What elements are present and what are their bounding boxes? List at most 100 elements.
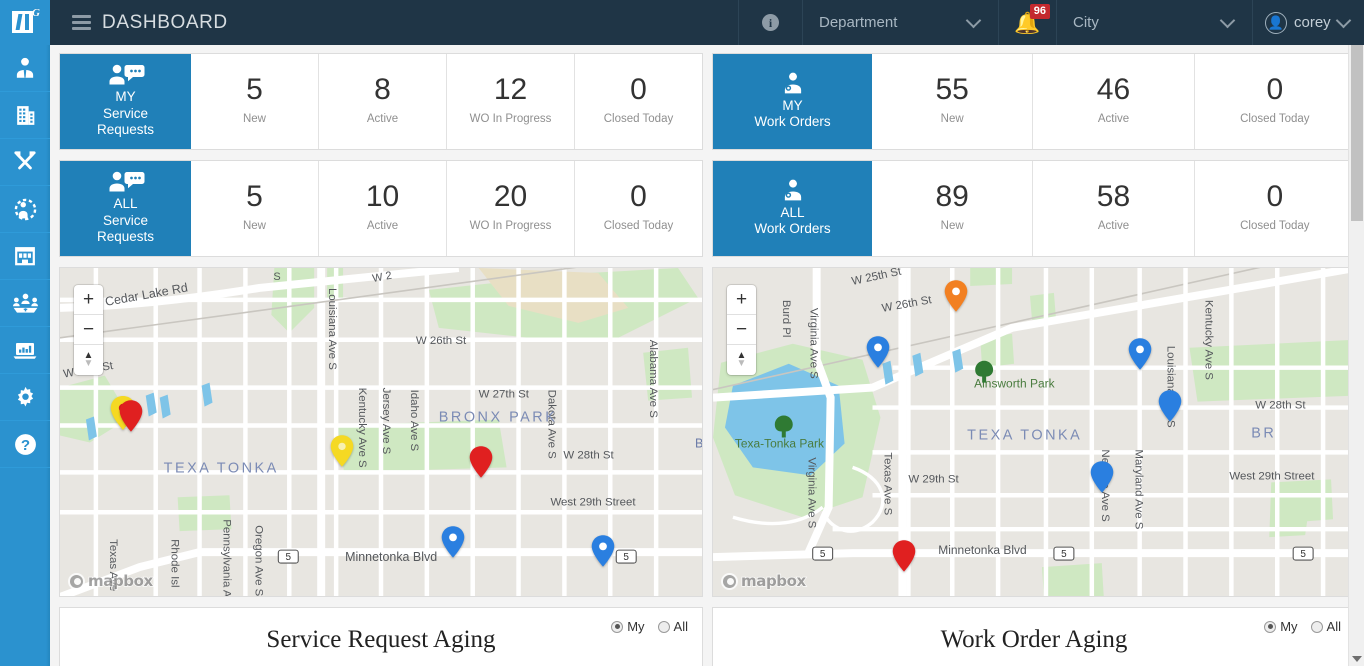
radio-label-my: My — [627, 619, 644, 634]
radio-all[interactable]: All — [1311, 619, 1341, 634]
user-menu[interactable]: 👤 corey — [1252, 0, 1364, 45]
sidebar-item-employee[interactable] — [0, 45, 50, 92]
svg-text:5: 5 — [1300, 549, 1306, 560]
kpi-metric-wo-in-progress[interactable]: 12 WO In Progress — [446, 54, 574, 149]
metric-label: Active — [367, 220, 398, 232]
map-pin-red[interactable] — [469, 446, 493, 478]
left-sidebar: ? — [0, 45, 50, 666]
kpi-metric-wo-in-progress[interactable]: 20 WO In Progress — [446, 161, 574, 256]
person-chat-icon — [107, 169, 145, 194]
metric-label: New — [941, 113, 964, 125]
svg-text:Maryland Ave S: Maryland Ave S — [1133, 449, 1145, 529]
map-pin-orange[interactable] — [944, 280, 968, 312]
map-pin-blue[interactable] — [1090, 461, 1114, 493]
map-pin-blue[interactable] — [591, 535, 615, 567]
department-dropdown[interactable]: Department — [802, 0, 998, 45]
radio-label-all: All — [674, 619, 688, 634]
svg-text:S: S — [273, 271, 280, 283]
app-logo[interactable]: G — [0, 0, 50, 45]
chevron-down-icon[interactable] — [1352, 656, 1362, 662]
kpi-header-all-work-orders[interactable]: ALL Work Orders — [713, 161, 872, 256]
mapbox-wordmark: mapbox — [88, 572, 153, 590]
zoom-in-button[interactable]: + — [727, 285, 756, 315]
kpi-card-my-service-requests: MY Service Requests 5 New 8 Active — [59, 53, 703, 150]
zoom-in-button[interactable]: + — [74, 285, 103, 315]
svg-text:Rhode Isl: Rhode Isl — [169, 539, 181, 587]
compass-icon[interactable]: ▲▼ — [727, 345, 756, 375]
svg-text:Virginia Ave S: Virginia Ave S — [808, 308, 820, 379]
sidebar-item-work[interactable] — [0, 139, 50, 186]
sidebar-item-resources[interactable] — [0, 186, 50, 233]
radio-my[interactable]: My — [1264, 619, 1297, 634]
kpi-header-my-service-requests[interactable]: MY Service Requests — [60, 54, 191, 149]
kpi-header-my-work-orders[interactable]: MY Work Orders — [713, 54, 872, 149]
metric-label: New — [941, 220, 964, 232]
map-pin-blue[interactable] — [1128, 338, 1152, 370]
zoom-out-button[interactable]: − — [74, 315, 103, 345]
page-scrollbar[interactable] — [1348, 45, 1364, 666]
notifications-button[interactable]: 🔔 96 — [998, 0, 1056, 45]
city-dropdown[interactable]: City — [1056, 0, 1252, 45]
kpi-metric-closed-today[interactable]: 0 Closed Today — [574, 161, 702, 256]
map-pin-blue[interactable] — [866, 336, 890, 368]
metric-value: 5 — [246, 181, 263, 213]
work-order-map[interactable]: W 25th St W 26th St W 27th St W 28th St … — [712, 267, 1356, 597]
chevron-down-icon — [966, 12, 982, 28]
kpi-title-line-2: Requests — [97, 229, 154, 245]
map-zoom-controls: + − ▲▼ — [727, 285, 756, 375]
kpi-metric-active[interactable]: 8 Active — [318, 54, 446, 149]
ng-logo-icon: G — [12, 10, 38, 36]
scrollbar-thumb[interactable] — [1351, 45, 1363, 221]
kpi-metrics: 55 New 46 Active 0 Closed Today — [872, 54, 1355, 149]
metric-label: New — [243, 220, 266, 232]
map-pin-yellow[interactable] — [330, 435, 354, 467]
sidebar-item-settings[interactable] — [0, 374, 50, 421]
map-pin-blue[interactable] — [441, 526, 465, 558]
kpi-metric-new[interactable]: 5 New — [191, 161, 318, 256]
aging-panel-title: Work Order Aging — [713, 608, 1355, 654]
radio-dot-all — [658, 621, 670, 633]
mapbox-attribution[interactable]: mapbox — [721, 572, 806, 590]
kpi-metric-new[interactable]: 89 New — [872, 161, 1032, 256]
svg-text:Texas Ave S: Texas Ave S — [881, 452, 893, 515]
radio-all[interactable]: All — [658, 619, 688, 634]
svg-text:5: 5 — [286, 552, 292, 563]
map-pin-red[interactable] — [119, 400, 143, 432]
svg-text:Oregon Ave S: Oregon Ave S — [252, 525, 264, 596]
sidebar-item-reports[interactable] — [0, 327, 50, 374]
tools-icon — [12, 149, 38, 175]
mapbox-attribution[interactable]: mapbox — [68, 572, 153, 590]
kpi-metrics: 5 New 10 Active 20 WO In Progress 0 — [191, 161, 702, 256]
kpi-metric-new[interactable]: 5 New — [191, 54, 318, 149]
svg-text:Burd Pl: Burd Pl — [780, 300, 792, 338]
work-order-column: MY Work Orders 55 New 46 Active — [712, 53, 1356, 666]
metric-label: WO In Progress — [470, 113, 552, 125]
svg-text:?: ? — [20, 437, 29, 454]
map-pin-blue[interactable] — [1158, 390, 1182, 422]
compass-icon[interactable]: ▲▼ — [74, 345, 103, 375]
hamburger-icon[interactable] — [64, 0, 98, 45]
sidebar-item-help[interactable]: ? — [0, 421, 50, 468]
kpi-metric-closed-today[interactable]: 0 Closed Today — [1194, 54, 1355, 149]
kpi-metric-active[interactable]: 10 Active — [318, 161, 446, 256]
kpi-metric-closed-today[interactable]: 0 Closed Today — [574, 54, 702, 149]
svg-text:Ainsworth Park: Ainsworth Park — [974, 377, 1054, 391]
zoom-out-button[interactable]: − — [727, 315, 756, 345]
svg-text:B: B — [695, 436, 702, 450]
map-pin-red[interactable] — [892, 540, 916, 572]
radio-my[interactable]: My — [611, 619, 644, 634]
kpi-metric-closed-today[interactable]: 0 Closed Today — [1194, 161, 1355, 256]
kpi-metric-active[interactable]: 46 Active — [1032, 54, 1193, 149]
info-button[interactable]: i — [738, 0, 802, 45]
kpi-metric-new[interactable]: 55 New — [872, 54, 1032, 149]
sidebar-item-assets[interactable] — [0, 92, 50, 139]
user-avatar-icon: 👤 — [1265, 12, 1287, 34]
service-request-map[interactable]: Cedar Lake Rd W 26th St W 26th St W 27th… — [59, 267, 703, 597]
sidebar-item-teams[interactable] — [0, 280, 50, 327]
chevron-down-icon — [1336, 12, 1352, 28]
kpi-metric-active[interactable]: 58 Active — [1032, 161, 1193, 256]
sidebar-item-facilities[interactable] — [0, 233, 50, 280]
page-title: DASHBOARD — [102, 0, 228, 45]
meeting-table-icon — [12, 290, 39, 317]
kpi-header-all-service-requests[interactable]: ALL Service Requests — [60, 161, 191, 256]
